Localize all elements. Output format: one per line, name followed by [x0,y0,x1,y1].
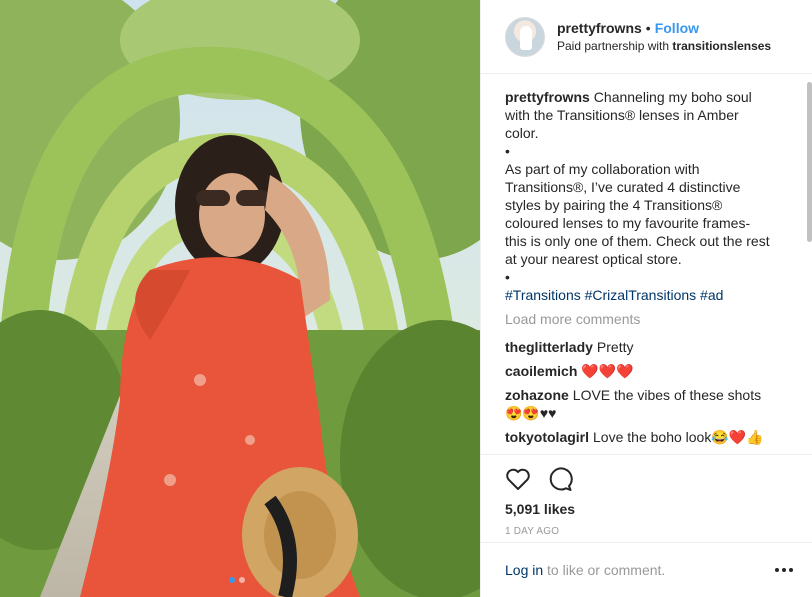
comment-username[interactable]: theglitterlady [505,339,593,355]
header-top-line: prettyfrowns • Follow [557,20,771,36]
load-more-comments-button[interactable]: Load more comments [505,310,775,328]
likes-count[interactable]: 5,091 likes [505,501,793,517]
ellipsis-dot [775,568,779,572]
carousel-dot-1[interactable] [229,577,235,583]
instagram-post: prettyfrowns • Follow Paid partnership w… [0,0,812,597]
ellipsis-dot [782,568,786,572]
avatar[interactable] [505,16,545,57]
caption-bullet-2: • [505,269,510,285]
carousel-indicator [229,577,245,583]
caption-username[interactable]: prettyfrowns [505,89,590,105]
comment-username[interactable]: tokyotolagirl [505,429,589,445]
header-separator: • [645,20,651,36]
partner-link[interactable]: transitionslenses [672,39,771,53]
action-icons [505,466,793,492]
comment-text: ❤️❤️❤️ [581,363,634,379]
speech-bubble-icon[interactable] [547,466,573,492]
heart-icon[interactable] [505,466,531,492]
ellipsis-dot [789,568,793,572]
partnership-prefix: Paid partnership with [557,39,670,53]
scrollbar-thumb[interactable] [807,82,812,242]
post-date[interactable]: 1 DAY AGO [505,526,793,537]
comment-item: tokyotolagirl Love the boho look😂❤️👍 [505,428,775,446]
follow-button[interactable]: Follow [655,20,699,36]
caption-bullet-1: • [505,143,510,159]
post-side-panel: prettyfrowns • Follow Paid partnership w… [480,0,812,597]
comments-section[interactable]: prettyfrowns Channeling my boho soul with… [505,88,775,450]
comment-text: Pretty [596,339,634,355]
avatar-figure [520,25,532,50]
post-photo[interactable] [0,0,480,597]
caption: prettyfrowns Channeling my boho soul with… [505,88,775,304]
comment-item: zohazone LOVE the vibes of these shots 😍😍… [505,386,775,422]
carousel-dot-2[interactable] [239,577,245,583]
header-text: prettyfrowns • Follow Paid partnership w… [557,20,771,53]
post-header: prettyfrowns • Follow Paid partnership w… [481,0,812,74]
post-actions: 5,091 likes 1 DAY AGO [481,454,812,542]
comment-username[interactable]: caoilemich [505,363,577,379]
comments-scrollbar[interactable] [806,74,812,454]
login-prompt-text: to like or comment. [543,562,666,578]
caption-line-2: As part of my collaboration with Transit… [505,161,770,267]
caption-hashtags[interactable]: #Transitions #CrizalTransitions #ad [505,286,775,304]
login-link[interactable]: Log in [505,562,543,578]
comment-text: Love the boho look😂❤️👍 [593,429,764,445]
header-username[interactable]: prettyfrowns [557,20,642,36]
login-bar: Log in to like or comment. [481,542,812,597]
paid-partnership-label: Paid partnership with transitionslenses [557,39,771,53]
comment-item: caoilemich ❤️❤️❤️ [505,362,775,380]
photo-illustration [0,0,480,597]
comment-username[interactable]: zohazone [505,387,569,403]
ellipsis-icon[interactable] [775,567,793,573]
login-prompt: Log in to like or comment. [505,562,665,578]
comment-item: theglitterlady Pretty [505,338,775,356]
